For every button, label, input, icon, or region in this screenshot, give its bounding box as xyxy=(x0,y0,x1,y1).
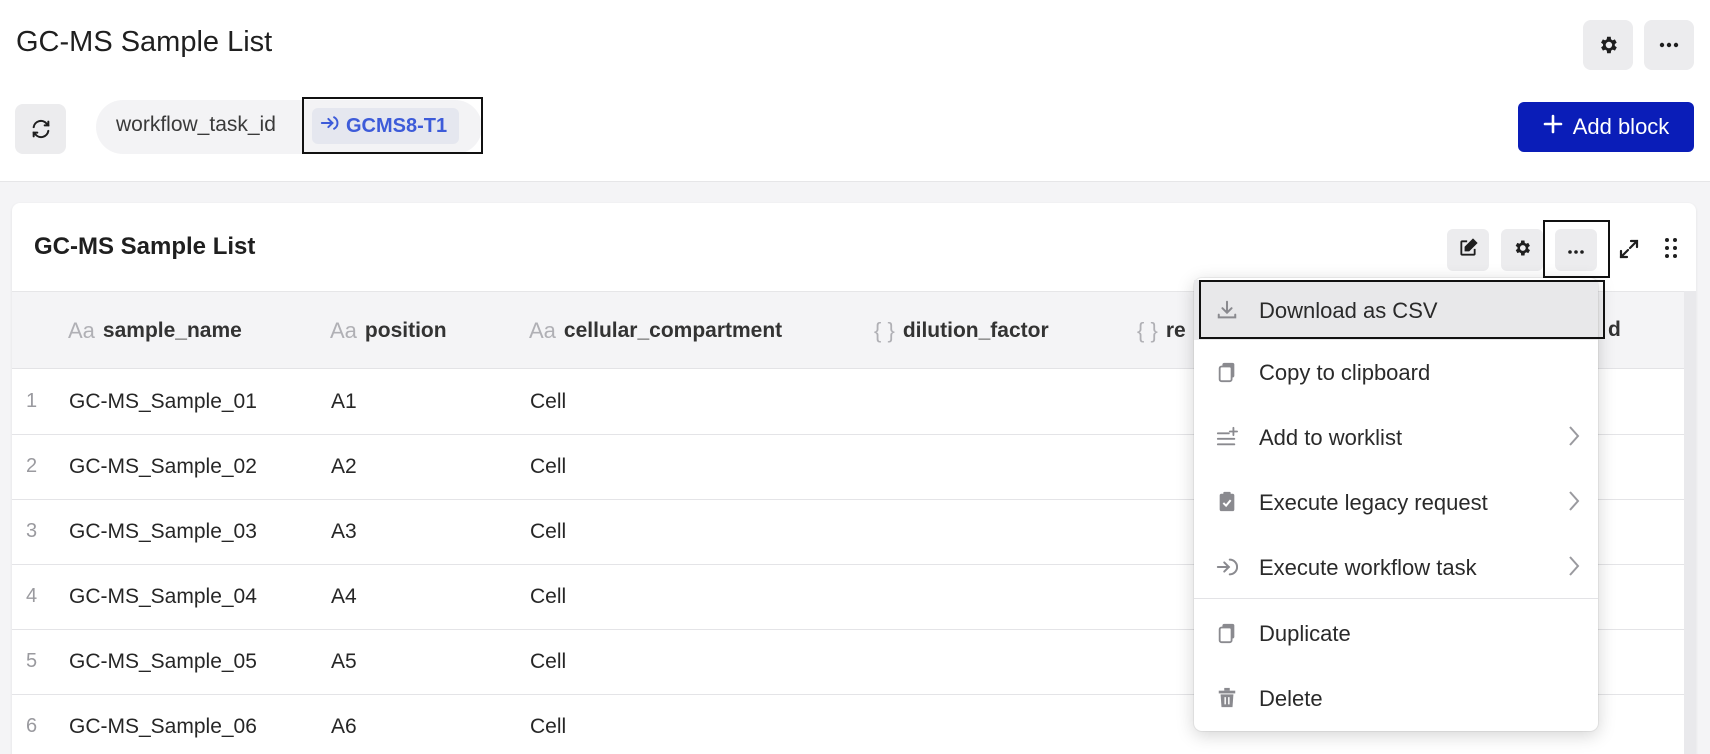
cell-sample-name[interactable]: GC-MS_Sample_03 xyxy=(69,520,257,544)
gear-icon xyxy=(1512,238,1532,263)
row-number: 4 xyxy=(26,585,38,607)
cell-position[interactable]: A4 xyxy=(331,585,357,609)
refresh-icon xyxy=(30,118,52,140)
plus-icon xyxy=(1543,114,1563,140)
column-header-dilution-factor[interactable]: { } dilution_factor xyxy=(874,318,1049,344)
column-header-sample-name[interactable]: Aa sample_name xyxy=(68,318,242,344)
column-header-position[interactable]: Aa position xyxy=(330,318,447,344)
menu-item-add-to-worklist[interactable]: Add to worklist xyxy=(1194,407,1598,467)
json-type-icon: { } xyxy=(1137,318,1158,343)
highlight-box xyxy=(1543,220,1610,278)
cell-sample-name[interactable]: GC-MS_Sample_06 xyxy=(69,715,257,739)
cell-cellular-compartment[interactable]: Cell xyxy=(530,455,566,479)
column-label: dilution_factor xyxy=(902,319,1049,342)
menu-item-copy-clipboard[interactable]: Copy to clipboard xyxy=(1194,342,1598,402)
cell-cellular-compartment[interactable]: Cell xyxy=(530,520,566,544)
refresh-button[interactable] xyxy=(15,104,66,154)
drag-handle[interactable] xyxy=(1664,237,1678,264)
edit-button[interactable] xyxy=(1447,229,1489,271)
menu-item-label: Duplicate xyxy=(1259,621,1351,646)
gear-icon xyxy=(1597,34,1619,56)
column-header-re[interactable]: { } re xyxy=(1137,318,1186,344)
text-type-icon: Aa xyxy=(68,318,95,343)
block-settings-button[interactable] xyxy=(1501,229,1543,271)
column-label: d xyxy=(1608,318,1621,341)
more-horizontal-icon xyxy=(1659,42,1679,48)
cell-cellular-compartment[interactable]: Cell xyxy=(530,585,566,609)
cell-sample-name[interactable]: GC-MS_Sample_01 xyxy=(69,390,257,414)
trash-icon xyxy=(1216,687,1238,709)
row-number: 5 xyxy=(26,650,38,672)
menu-item-duplicate[interactable]: Duplicate xyxy=(1194,603,1598,663)
block-title: GC-MS Sample List xyxy=(34,233,256,260)
chevron-right-icon xyxy=(1568,555,1580,582)
cell-cellular-compartment[interactable]: Cell xyxy=(530,715,566,739)
cell-position[interactable]: A6 xyxy=(331,715,357,739)
chevron-right-icon xyxy=(1568,425,1580,452)
expand-icon xyxy=(1617,239,1641,265)
cell-cellular-compartment[interactable]: Cell xyxy=(530,390,566,414)
menu-item-execute-legacy-request[interactable]: Execute legacy request xyxy=(1194,472,1598,532)
menu-item-delete[interactable]: Delete xyxy=(1194,668,1598,728)
edit-icon xyxy=(1458,237,1478,263)
page-more-button[interactable] xyxy=(1644,20,1694,70)
row-number: 2 xyxy=(26,455,38,477)
cell-position[interactable]: A1 xyxy=(331,390,357,414)
list-add-icon xyxy=(1216,426,1238,448)
cell-position[interactable]: A2 xyxy=(331,455,357,479)
menu-divider xyxy=(1194,598,1598,599)
cell-position[interactable]: A3 xyxy=(331,520,357,544)
text-type-icon: Aa xyxy=(330,318,357,343)
clipboard-icon xyxy=(1216,361,1238,383)
menu-item-label: Execute legacy request xyxy=(1259,490,1488,515)
json-type-icon: { } xyxy=(874,318,895,343)
highlight-box xyxy=(302,97,483,154)
column-header-cellular-compartment[interactable]: Aa cellular_compartment xyxy=(529,318,782,344)
cell-sample-name[interactable]: GC-MS_Sample_05 xyxy=(69,650,257,674)
copy-icon xyxy=(1216,622,1238,644)
filter-key: workflow_task_id xyxy=(116,113,276,136)
vertical-scrollbar[interactable] xyxy=(1684,291,1696,754)
highlight-box xyxy=(1199,280,1605,339)
cell-position[interactable]: A5 xyxy=(331,650,357,674)
drag-handle-icon xyxy=(1664,238,1678,263)
chevron-right-icon xyxy=(1568,490,1580,517)
page-title: GC-MS Sample List xyxy=(16,26,273,58)
column-label: cellular_compartment xyxy=(563,319,783,342)
menu-item-label: Add to worklist xyxy=(1259,425,1403,450)
add-block-label: Add block xyxy=(1572,114,1670,139)
arrow-into-icon xyxy=(1216,556,1239,578)
expand-button[interactable] xyxy=(1617,237,1641,266)
cell-sample-name[interactable]: GC-MS_Sample_02 xyxy=(69,455,257,479)
row-number: 6 xyxy=(26,715,38,737)
page-settings-button[interactable] xyxy=(1583,20,1633,70)
clipboard-check-icon xyxy=(1216,491,1238,513)
add-block-button[interactable]: Add block xyxy=(1518,102,1694,152)
menu-item-label: Execute workflow task xyxy=(1259,555,1477,580)
column-header-d[interactable]: d xyxy=(1608,318,1621,342)
cell-sample-name[interactable]: GC-MS_Sample_04 xyxy=(69,585,257,609)
block-actions-menu: Download as CSV Copy to clipboard Add to… xyxy=(1194,278,1598,731)
menu-item-execute-workflow-task[interactable]: Execute workflow task xyxy=(1194,537,1598,597)
menu-item-label: Delete xyxy=(1259,686,1323,711)
column-label: sample_name xyxy=(102,319,242,342)
menu-item-label: Copy to clipboard xyxy=(1259,360,1431,385)
row-number: 3 xyxy=(26,520,38,542)
column-label: re xyxy=(1165,319,1186,342)
row-number: 1 xyxy=(26,390,38,412)
text-type-icon: Aa xyxy=(529,318,556,343)
column-label: position xyxy=(364,319,447,342)
cell-cellular-compartment[interactable]: Cell xyxy=(530,650,566,674)
